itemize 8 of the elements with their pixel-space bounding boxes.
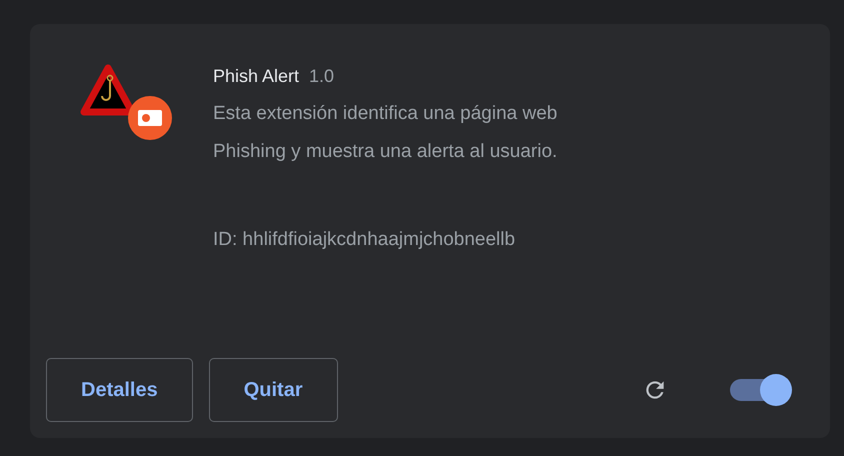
details-button[interactable]: Detalles xyxy=(46,358,193,422)
extension-name: Phish Alert xyxy=(213,66,300,87)
enable-toggle[interactable] xyxy=(728,374,792,406)
extension-description: Esta extensión identifica una página web Phishing y muestra una alerta al usuario. xyxy=(213,102,558,164)
remove-button[interactable]: Quitar xyxy=(208,358,338,422)
extension-id: ID: hhlifdfioiajkcdnhaajmjchobneellb xyxy=(213,229,516,251)
extension-version: 1.0 xyxy=(309,66,334,87)
warning-hook-icon xyxy=(80,64,172,140)
